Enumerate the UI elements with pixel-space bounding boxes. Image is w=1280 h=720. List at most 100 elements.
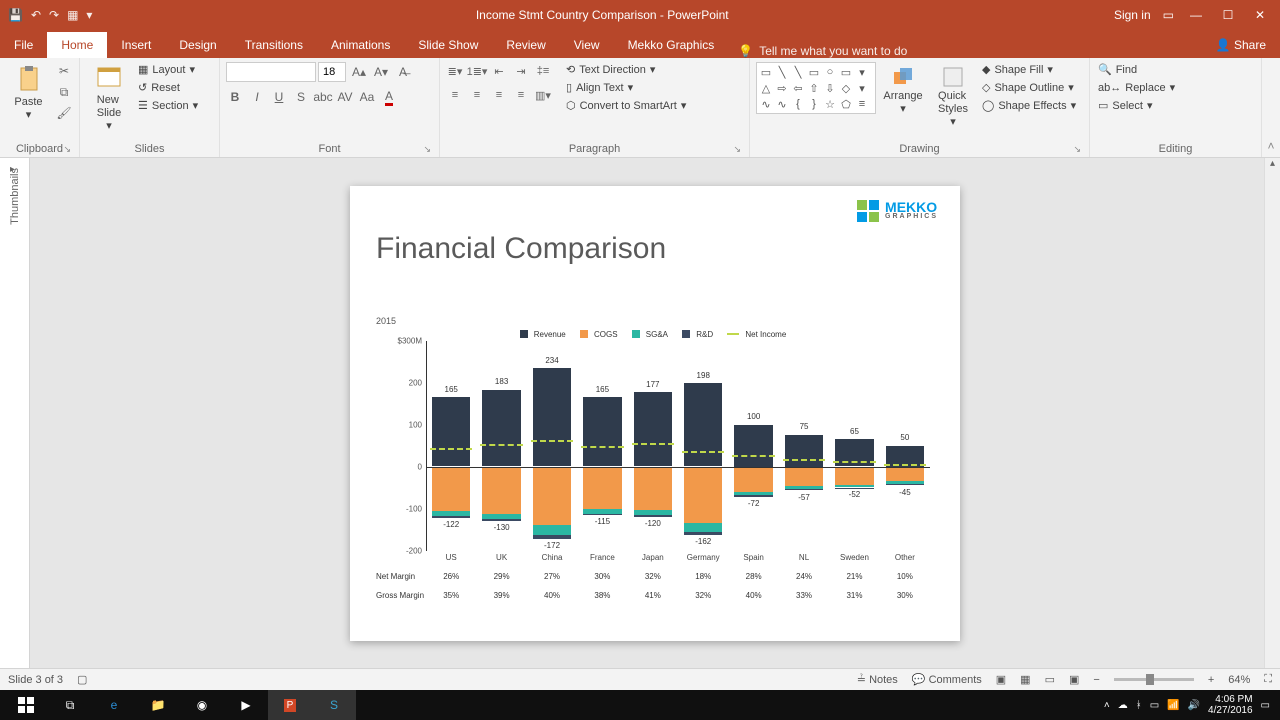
- font-color-icon[interactable]: A: [380, 88, 398, 106]
- numbering-icon[interactable]: 1≣▾: [468, 62, 486, 80]
- redo-icon[interactable]: ↷: [49, 8, 59, 22]
- bullets-icon[interactable]: ≣▾: [446, 62, 464, 80]
- clear-formatting-icon[interactable]: A̶: [394, 63, 412, 81]
- section-button[interactable]: ☰ Section ▾: [136, 98, 200, 113]
- zoom-out-icon[interactable]: −: [1093, 674, 1099, 686]
- wifi-icon[interactable]: 📶: [1167, 700, 1179, 711]
- start-from-beginning-icon[interactable]: ▦: [67, 8, 78, 22]
- format-painter-icon[interactable]: 🖌: [55, 104, 73, 122]
- fit-to-window-icon[interactable]: ⛶: [1264, 673, 1272, 686]
- close-button[interactable]: ✕: [1250, 8, 1270, 22]
- zoom-in-icon[interactable]: +: [1208, 674, 1214, 686]
- save-icon[interactable]: 💾: [8, 8, 23, 22]
- strikethrough-icon[interactable]: abc: [314, 88, 332, 106]
- explorer-icon[interactable]: 📁: [136, 690, 180, 720]
- shape-outline-button[interactable]: ◇ Shape Outline ▾: [980, 80, 1078, 95]
- bluetooth-icon[interactable]: ᚼ: [1136, 700, 1142, 711]
- dialog-launcher-icon[interactable]: ↘: [1073, 144, 1081, 155]
- tray-up-icon[interactable]: ˄: [1104, 700, 1110, 711]
- slide[interactable]: MEKKOGRAPHICS Financial Comparison 2015 …: [350, 186, 960, 641]
- thumbnail-pane[interactable]: ▸ Thumbnails: [0, 158, 30, 668]
- tab-view[interactable]: View: [560, 32, 614, 58]
- dialog-launcher-icon[interactable]: ↘: [733, 144, 741, 155]
- battery-icon[interactable]: ▭: [1150, 700, 1159, 711]
- font-size-input[interactable]: [318, 62, 346, 82]
- collapse-ribbon-icon[interactable]: ˄: [1262, 58, 1280, 157]
- layout-button[interactable]: ▦ Layout ▾: [136, 62, 200, 77]
- media-icon[interactable]: ▶: [224, 690, 268, 720]
- find-button[interactable]: 🔍 Find: [1096, 62, 1177, 77]
- maximize-button[interactable]: ☐: [1218, 8, 1238, 22]
- select-button[interactable]: ▭ Select ▾: [1096, 98, 1177, 113]
- justify-icon[interactable]: ≡: [512, 86, 530, 104]
- spacing-icon[interactable]: AV: [336, 88, 354, 106]
- increase-font-icon[interactable]: A▴: [350, 63, 368, 81]
- align-right-icon[interactable]: ≡: [490, 86, 508, 104]
- font-name-input[interactable]: [226, 62, 316, 82]
- notifications-icon[interactable]: ▭: [1261, 700, 1270, 711]
- decrease-font-icon[interactable]: A▾: [372, 63, 390, 81]
- text-direction-button[interactable]: ⟲ Text Direction ▾: [564, 62, 688, 77]
- tab-file[interactable]: File: [0, 32, 47, 58]
- clock[interactable]: 4:06 PM4/27/2016: [1208, 694, 1253, 716]
- bold-icon[interactable]: B: [226, 88, 244, 106]
- volume-icon[interactable]: 🔊: [1188, 700, 1200, 711]
- copy-icon[interactable]: ⧉: [55, 83, 73, 101]
- shadow-icon[interactable]: S: [292, 88, 310, 106]
- align-left-icon[interactable]: ≡: [446, 86, 464, 104]
- new-slide-button[interactable]: New Slide▾: [86, 62, 132, 138]
- arrange-button[interactable]: Arrange▾: [880, 62, 926, 120]
- columns-icon[interactable]: ▥▾: [534, 86, 552, 104]
- powerpoint-icon[interactable]: P: [268, 690, 312, 720]
- notes-button[interactable]: ≟ Notes: [857, 673, 898, 686]
- tab-slideshow[interactable]: Slide Show: [404, 32, 492, 58]
- paste-button[interactable]: Paste▾: [6, 62, 51, 126]
- snagit-icon[interactable]: S: [312, 690, 356, 720]
- underline-icon[interactable]: U: [270, 88, 288, 106]
- change-case-icon[interactable]: Aa: [358, 88, 376, 106]
- decrease-indent-icon[interactable]: ⇤: [490, 62, 508, 80]
- tab-insert[interactable]: Insert: [107, 32, 165, 58]
- share-button[interactable]: 👤 Share: [1202, 32, 1280, 58]
- shape-effects-button[interactable]: ◯ Shape Effects ▾: [980, 98, 1078, 113]
- shapes-gallery[interactable]: ▭╲╲▭○▭▾ △⇨⇦⇧⇩◇▾ ∿∿{}☆⬠≡: [756, 62, 876, 114]
- sorter-view-icon[interactable]: ▦: [1020, 673, 1030, 686]
- tab-mekko[interactable]: Mekko Graphics: [614, 32, 729, 58]
- zoom-slider[interactable]: [1114, 678, 1194, 681]
- start-button[interactable]: [4, 690, 48, 720]
- sign-in-link[interactable]: Sign in: [1114, 8, 1151, 22]
- dialog-launcher-icon[interactable]: ↘: [423, 144, 431, 155]
- chrome-icon[interactable]: ◉: [180, 690, 224, 720]
- smartart-button[interactable]: ⬡ Convert to SmartArt ▾: [564, 98, 688, 113]
- slide-canvas[interactable]: MEKKOGRAPHICS Financial Comparison 2015 …: [30, 158, 1280, 668]
- slide-counter[interactable]: Slide 3 of 3: [8, 674, 63, 686]
- comments-button[interactable]: 💬 Comments: [912, 673, 982, 686]
- zoom-level[interactable]: 64%: [1228, 674, 1250, 686]
- undo-icon[interactable]: ↶: [31, 8, 41, 22]
- ribbon-display-icon[interactable]: ▭: [1163, 8, 1174, 22]
- replace-button[interactable]: ab↔ Replace ▾: [1096, 80, 1177, 95]
- tab-transitions[interactable]: Transitions: [231, 32, 317, 58]
- onedrive-icon[interactable]: ☁: [1118, 700, 1128, 711]
- cut-icon[interactable]: ✂: [55, 62, 73, 80]
- tab-home[interactable]: Home: [47, 32, 107, 58]
- slideshow-view-icon[interactable]: ▣: [1069, 673, 1079, 686]
- scroll-up-icon[interactable]: ▴: [1265, 158, 1280, 174]
- dialog-launcher-icon[interactable]: ↘: [63, 144, 71, 155]
- shape-fill-button[interactable]: ◆ Shape Fill ▾: [980, 62, 1078, 77]
- edge-icon[interactable]: e: [92, 690, 136, 720]
- align-center-icon[interactable]: ≡: [468, 86, 486, 104]
- minimize-button[interactable]: —: [1186, 8, 1206, 22]
- normal-view-icon[interactable]: ▣: [996, 673, 1006, 686]
- italic-icon[interactable]: I: [248, 88, 266, 106]
- quick-styles-button[interactable]: Quick Styles▾: [930, 62, 976, 134]
- reading-view-icon[interactable]: ▭: [1045, 673, 1055, 686]
- tab-animations[interactable]: Animations: [317, 32, 404, 58]
- increase-indent-icon[interactable]: ⇥: [512, 62, 530, 80]
- tab-review[interactable]: Review: [492, 32, 559, 58]
- tab-design[interactable]: Design: [165, 32, 230, 58]
- task-view-icon[interactable]: ⧉: [48, 690, 92, 720]
- line-spacing-icon[interactable]: ‡≡: [534, 62, 552, 80]
- vertical-scrollbar[interactable]: ▴: [1264, 158, 1280, 668]
- qat-more-icon[interactable]: ▾: [86, 8, 92, 22]
